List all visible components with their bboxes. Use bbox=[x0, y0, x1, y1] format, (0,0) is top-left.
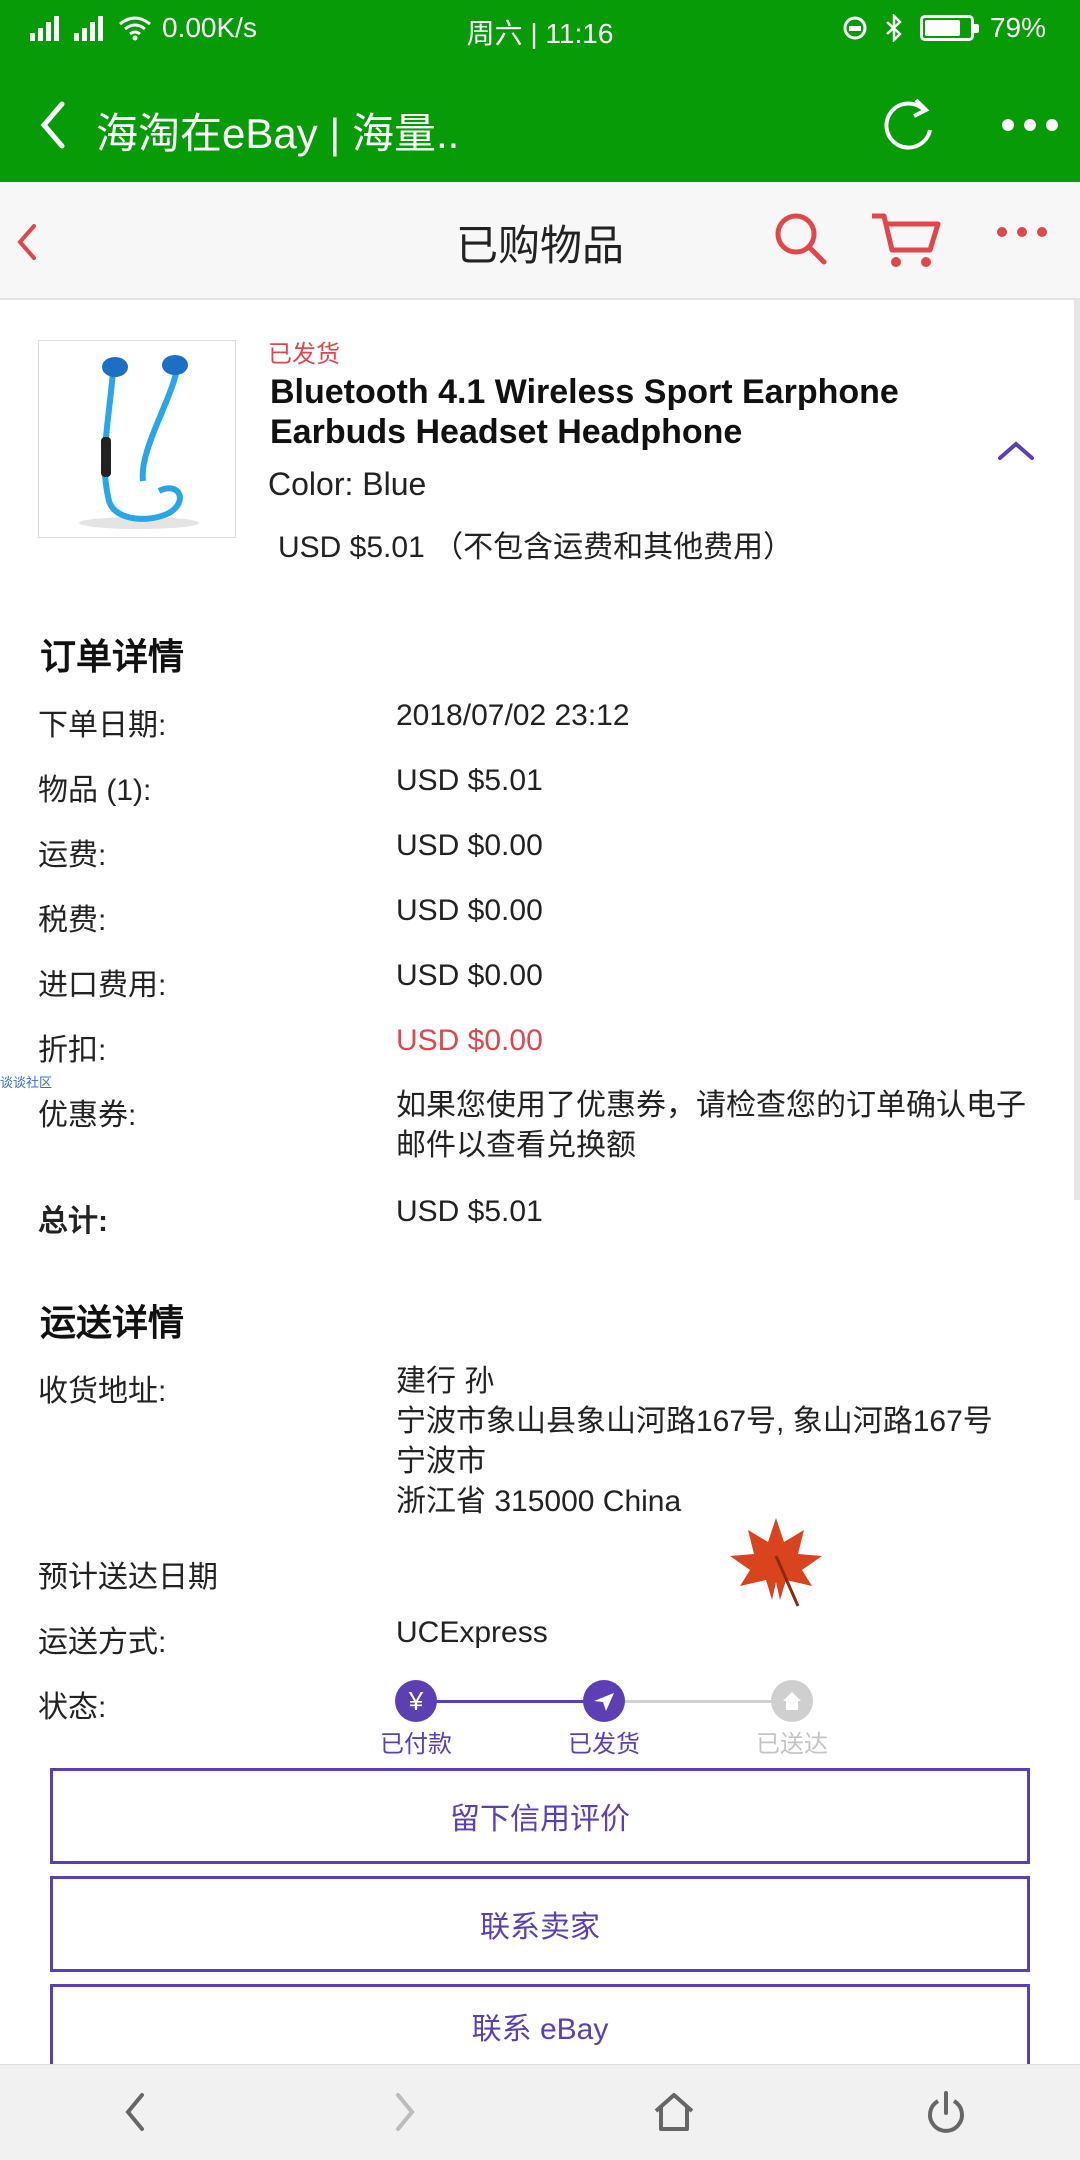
yen-icon: ¥ bbox=[395, 1680, 437, 1722]
shipping-fee-label: 运费: bbox=[38, 839, 107, 872]
nav-power-icon[interactable] bbox=[924, 2087, 968, 2137]
tax-label: 税费: bbox=[38, 904, 107, 937]
nav-forward-icon[interactable] bbox=[390, 2087, 420, 2137]
product-color: Color: Blue bbox=[268, 466, 427, 502]
step-delivered-label: 已送达 bbox=[756, 1731, 828, 1758]
tax-value: USD $0.00 bbox=[396, 894, 543, 927]
order-date-value: 2018/07/02 23:12 bbox=[396, 699, 630, 732]
browser-more-icon[interactable] bbox=[1000, 100, 1060, 150]
bluetooth-icon bbox=[886, 14, 902, 42]
order-details-title: 订单详情 bbox=[40, 636, 185, 677]
product-title[interactable]: Bluetooth 4.1 Wireless Sport Earphone Ea… bbox=[270, 372, 970, 452]
import-fee-value: USD $0.00 bbox=[396, 959, 543, 992]
search-icon[interactable] bbox=[772, 210, 828, 266]
step-delivered: 已送达 bbox=[742, 1680, 842, 1759]
shipping-status-tracker: ¥ 已付款 已发货 已送达 bbox=[380, 1676, 842, 1759]
app-header: 已购物品 bbox=[0, 182, 1080, 300]
browser-toolbar: 海淘在eBay | 海量.. bbox=[0, 80, 1080, 170]
product-price: USD $5.01 （不包含运费和其他费用） bbox=[278, 531, 794, 564]
chevron-up-icon[interactable] bbox=[996, 438, 1036, 462]
discount-label: 折扣: bbox=[38, 1034, 107, 1067]
coupon-label: 优惠券: bbox=[38, 1099, 137, 1132]
total-value: USD $5.01 bbox=[396, 1195, 543, 1228]
home-icon bbox=[771, 1680, 813, 1722]
step-paid-label: 已付款 bbox=[380, 1731, 452, 1758]
nav-back-icon[interactable] bbox=[120, 2087, 150, 2137]
coupon-value: 如果您使用了优惠券，请检查您的订单确认电子邮件以查看兑换额 bbox=[396, 1089, 1026, 1162]
battery-icon bbox=[919, 15, 979, 41]
browser-chrome: 0.00K/s 周六 | 11:16 79% 海淘在eBay | 海量.. bbox=[0, 0, 1080, 182]
contact-seller-button[interactable]: 联系卖家 bbox=[50, 1876, 1030, 1972]
shipping-fee-value: USD $0.00 bbox=[396, 829, 543, 862]
total-label: 总计: bbox=[38, 1205, 108, 1238]
watermark-text: 谈谈社区 bbox=[0, 1075, 53, 1090]
product-image[interactable] bbox=[38, 340, 236, 538]
refresh-icon[interactable] bbox=[878, 96, 938, 156]
nav-home-icon[interactable] bbox=[652, 2087, 696, 2137]
discount-value: USD $0.00 bbox=[396, 1024, 543, 1057]
earphone-image bbox=[79, 355, 199, 529]
battery-percent: 79% bbox=[989, 12, 1046, 43]
order-date-label: 下单日期: bbox=[38, 709, 167, 742]
contact-ebay-button[interactable]: 联系 eBay bbox=[50, 1984, 1030, 2064]
address-line-3: 宁波市 bbox=[396, 1445, 486, 1478]
step-shipped: 已发货 bbox=[554, 1680, 654, 1759]
more-icon[interactable] bbox=[996, 222, 1048, 242]
step-shipped-label: 已发货 bbox=[568, 1731, 640, 1758]
import-fee-label: 进口费用: bbox=[38, 969, 167, 1002]
status-bar: 0.00K/s 周六 | 11:16 79% bbox=[0, 0, 1080, 60]
items-value: USD $5.01 bbox=[396, 764, 543, 797]
step-paid: ¥ 已付款 bbox=[366, 1680, 466, 1759]
browser-page-title[interactable]: 海淘在eBay | 海量.. bbox=[96, 100, 459, 161]
shipping-details-title: 运送详情 bbox=[40, 1302, 185, 1343]
bottom-nav bbox=[0, 2064, 1080, 2160]
maple-leaf-icon bbox=[730, 1518, 822, 1607]
plane-icon bbox=[583, 1680, 625, 1722]
items-label: 物品 (1): bbox=[38, 774, 152, 807]
address-label: 收货地址: bbox=[38, 1375, 167, 1408]
cart-icon[interactable] bbox=[870, 210, 942, 270]
order-status-text: 已发货 bbox=[268, 341, 340, 368]
shipping-method-value: UCExpress bbox=[396, 1616, 548, 1649]
leave-feedback-button[interactable]: 留下信用评价 bbox=[50, 1768, 1030, 1864]
browser-back-icon[interactable] bbox=[36, 100, 70, 150]
address-line-1: 建行 孙 bbox=[396, 1365, 495, 1398]
address-line-2: 宁波市象山县象山河路167号, 象山河路167号 bbox=[396, 1405, 993, 1438]
status-label: 状态: bbox=[38, 1691, 107, 1724]
address-line-4: 浙江省 315000 China bbox=[396, 1485, 682, 1518]
product-card[interactable]: 已发货 Bluetooth 4.1 Wireless Sport Earphon… bbox=[0, 320, 1080, 580]
shipping-method-label: 运送方式: bbox=[38, 1626, 167, 1659]
eta-label: 预计送达日期 bbox=[38, 1561, 218, 1594]
alarm-icon bbox=[843, 16, 867, 40]
